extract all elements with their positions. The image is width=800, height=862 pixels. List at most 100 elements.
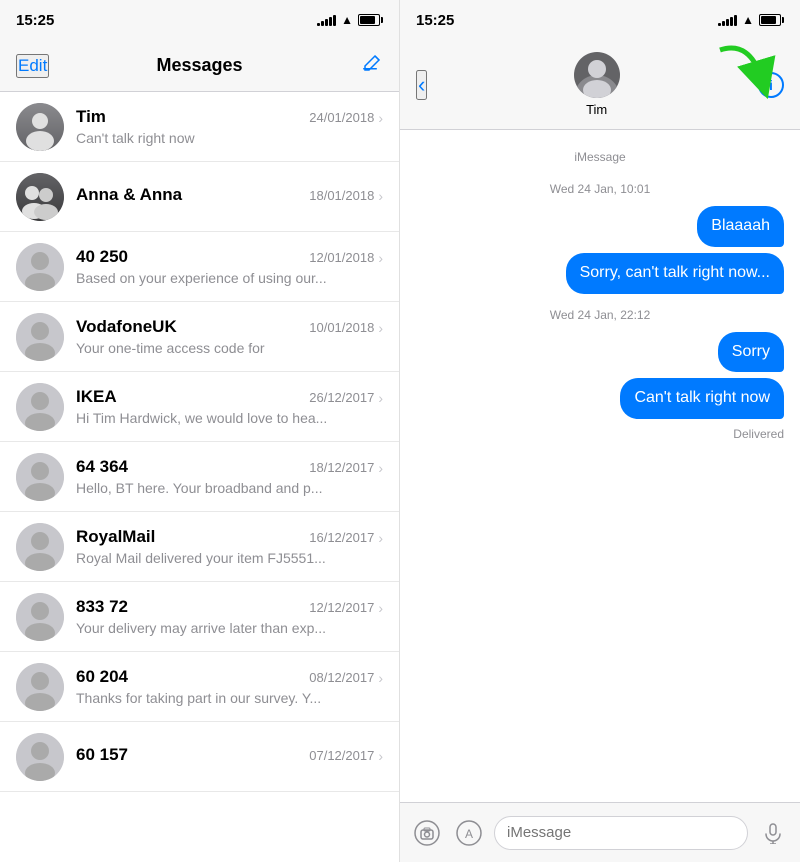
conv-date-vodafone: 10/01/2018 <box>309 320 374 335</box>
delivered-status: Delivered <box>416 427 784 441</box>
conversations-list: Tim 24/01/2018 › Can't talk right now <box>0 92 399 862</box>
conversation-item-ikea[interactable]: IKEA 26/12/2017 › Hi Tim Hardwick, we wo… <box>0 372 399 442</box>
conv-preview-60204: Thanks for taking part in our survey. Y.… <box>76 690 383 706</box>
avatar-64364 <box>16 453 64 501</box>
back-button[interactable]: ‹ <box>416 70 427 100</box>
chevron-icon: › <box>378 748 383 764</box>
conversation-item-83372[interactable]: 833 72 12/12/2017 › Your delivery may ar… <box>0 582 399 652</box>
conv-date-anna: 18/01/2018 <box>309 188 374 203</box>
camera-button[interactable] <box>410 816 444 850</box>
conv-name-vodafone: VodafoneUK <box>76 317 177 337</box>
conv-date-royalmail: 16/12/2017 <box>309 530 374 545</box>
conv-preview-vodafone: Your one-time access code for <box>76 340 383 356</box>
chevron-icon: › <box>378 670 383 686</box>
conv-date-tim: 24/01/2018 <box>309 110 374 125</box>
time-right: 15:25 <box>416 12 454 29</box>
chevron-icon: › <box>378 530 383 546</box>
conv-name-64364: 64 364 <box>76 457 128 477</box>
edit-button[interactable]: Edit <box>16 54 49 78</box>
signal-icon <box>317 14 336 26</box>
messages-header: Edit Messages <box>0 40 399 92</box>
chat-input-bar: A <box>400 802 800 862</box>
info-button[interactable]: i <box>758 72 784 98</box>
apps-button[interactable]: A <box>452 816 486 850</box>
messages-panel: 15:25 ▲ Edit Messages <box>0 0 400 862</box>
conv-preview-royalmail: Royal Mail delivered your item FJ5551... <box>76 550 383 566</box>
battery-icon-right <box>759 14 784 26</box>
conv-date-ikea: 26/12/2017 <box>309 390 374 405</box>
conv-name-60157: 60 157 <box>76 745 128 765</box>
battery-icon <box>358 14 383 26</box>
conversation-item-40250[interactable]: 40 250 12/01/2018 › Based on your experi… <box>0 232 399 302</box>
chat-contact-name: Tim <box>586 102 607 117</box>
mic-button[interactable] <box>756 816 790 850</box>
chat-panel: 15:25 ▲ ‹ <box>400 0 800 862</box>
conv-name-60204: 60 204 <box>76 667 128 687</box>
conv-name-40250: 40 250 <box>76 247 128 267</box>
chevron-icon: › <box>378 110 383 126</box>
avatar-40250 <box>16 243 64 291</box>
chevron-icon: › <box>378 390 383 406</box>
avatar-ikea <box>16 383 64 431</box>
avatar-83372 <box>16 593 64 641</box>
avatar-60204 <box>16 663 64 711</box>
compose-button[interactable] <box>361 52 383 79</box>
chevron-icon: › <box>378 460 383 476</box>
status-bar-left: 15:25 ▲ <box>0 0 399 40</box>
chevron-icon: › <box>378 600 383 616</box>
conversation-item-60204[interactable]: 60 204 08/12/2017 › Thanks for taking pa… <box>0 652 399 722</box>
message-bubble-sorry: Sorry <box>718 332 784 373</box>
signal-icon-right <box>718 14 737 26</box>
conv-date-60157: 07/12/2017 <box>309 748 374 763</box>
conversation-item-64364[interactable]: 64 364 18/12/2017 › Hello, BT here. Your… <box>0 442 399 512</box>
message-bubble-sorry-cant: Sorry, can't talk right now... <box>566 253 784 294</box>
time-left: 15:25 <box>16 12 54 29</box>
conversation-item-60157[interactable]: 60 157 07/12/2017 › <box>0 722 399 792</box>
message-label-date2: Wed 24 Jan, 22:12 <box>416 308 784 322</box>
message-label-imessage: iMessage <box>416 150 784 164</box>
svg-text:A: A <box>465 827 473 841</box>
avatar-60157 <box>16 733 64 781</box>
message-row-sorry: Sorry <box>416 332 784 373</box>
status-bar-right: 15:25 ▲ <box>400 0 800 40</box>
message-label-date1: Wed 24 Jan, 10:01 <box>416 182 784 196</box>
conv-preview-tim: Can't talk right now <box>76 130 383 146</box>
conversation-item-anna[interactable]: Anna & Anna 18/01/2018 › <box>0 162 399 232</box>
avatar-vodafone <box>16 313 64 361</box>
conv-date-60204: 08/12/2017 <box>309 670 374 685</box>
message-bubble-cant-talk: Can't talk right now <box>620 378 784 419</box>
chat-header: ‹ Tim i <box>400 40 800 130</box>
conv-preview-40250: Based on your experience of using our... <box>76 270 383 286</box>
messages-title: Messages <box>156 55 242 76</box>
wifi-icon-right: ▲ <box>742 13 754 27</box>
conv-name-ikea: IKEA <box>76 387 117 407</box>
message-row-cant-talk: Can't talk right now <box>416 378 784 419</box>
message-bubble-blaaaah: Blaaaah <box>697 206 784 247</box>
status-icons-right: ▲ <box>718 13 784 27</box>
avatar-anna <box>16 173 64 221</box>
chevron-icon: › <box>378 250 383 266</box>
conversation-item-tim[interactable]: Tim 24/01/2018 › Can't talk right now <box>0 92 399 162</box>
avatar-royalmail <box>16 523 64 571</box>
message-input[interactable] <box>494 816 748 850</box>
conv-date-40250: 12/01/2018 <box>309 250 374 265</box>
conversation-item-royalmail[interactable]: RoyalMail 16/12/2017 › Royal Mail delive… <box>0 512 399 582</box>
message-row-blaaaah: Blaaaah <box>416 206 784 247</box>
conv-name-83372: 833 72 <box>76 597 128 617</box>
avatar-tim <box>16 103 64 151</box>
chat-avatar-tim <box>574 52 620 98</box>
conv-preview-83372: Your delivery may arrive later than exp.… <box>76 620 383 636</box>
chat-messages: iMessage Wed 24 Jan, 10:01 Blaaaah Sorry… <box>400 130 800 802</box>
conv-name-tim: Tim <box>76 107 106 127</box>
wifi-icon: ▲ <box>341 13 353 27</box>
status-icons-left: ▲ <box>317 13 383 27</box>
conversation-item-vodafone[interactable]: VodafoneUK 10/01/2018 › Your one-time ac… <box>0 302 399 372</box>
conv-date-64364: 18/12/2017 <box>309 460 374 475</box>
chevron-icon: › <box>378 188 383 204</box>
chevron-icon: › <box>378 320 383 336</box>
conv-preview-ikea: Hi Tim Hardwick, we would love to hea... <box>76 410 383 426</box>
conv-name-royalmail: RoyalMail <box>76 527 155 547</box>
conv-name-anna: Anna & Anna <box>76 185 182 205</box>
message-row-sorry-cant: Sorry, can't talk right now... <box>416 253 784 294</box>
chat-contact-info: Tim <box>435 52 758 117</box>
